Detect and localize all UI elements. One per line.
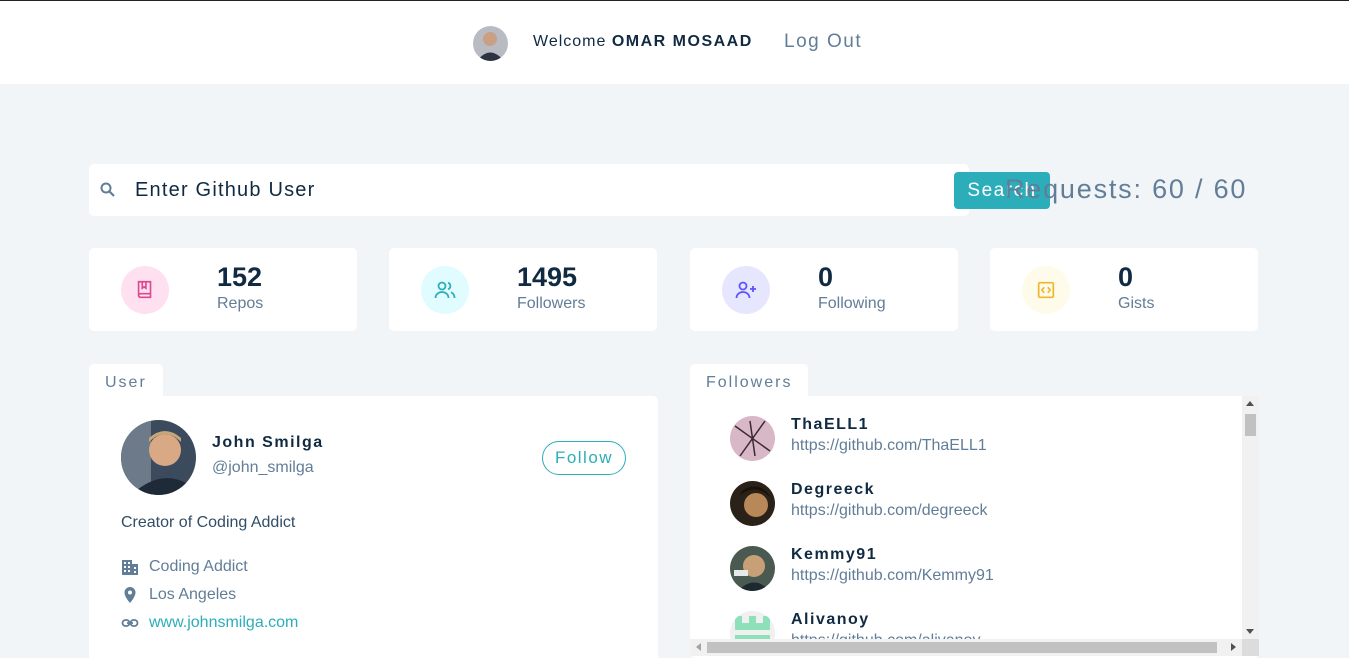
scrollbar-thumb[interactable] [707, 642, 1217, 653]
follower-url[interactable]: https://github.com/ThaELL1 [791, 437, 987, 455]
stat-card-gists: 0 Gists [990, 248, 1258, 331]
scroll-up-arrow-icon[interactable] [1246, 401, 1254, 406]
current-user-name: OMAR MOSAAD [611, 33, 753, 50]
following-count: 0 [818, 262, 834, 292]
follower-url[interactable]: https://github.com/Kemmy91 [791, 567, 994, 585]
user-avatar [121, 420, 196, 495]
scrollbar-thumb[interactable] [1245, 414, 1256, 436]
follower-login: Degreeck [791, 481, 876, 498]
search-form: Search [89, 164, 1050, 216]
follower-avatar [730, 481, 775, 526]
user-bio: Creator of Coding Addict [121, 514, 296, 531]
welcome-text: Welcome OMAR MOSAAD [533, 33, 753, 50]
scroll-down-arrow-icon[interactable] [1246, 629, 1254, 634]
user-blog[interactable]: www.johnsmilga.com [121, 612, 298, 634]
follower-login: Alivanoy [791, 611, 870, 628]
stat-card-repos: 152 Repos [89, 248, 357, 331]
current-user-avatar [473, 26, 508, 61]
stat-card-following: 0 Following [690, 248, 958, 331]
user-handle: @john_smilga [212, 459, 314, 476]
follower-login: ThaELL1 [791, 416, 870, 433]
followers-card: ThaELL1 https://github.com/ThaELL1 Degre… [690, 396, 1259, 658]
user-card-tab: User [89, 364, 163, 397]
company-text: Coding Addict [149, 558, 248, 575]
book-icon [121, 266, 169, 314]
follower-avatar [730, 416, 775, 461]
gists-count: 0 [1118, 262, 1134, 292]
blog-link[interactable]: www.johnsmilga.com [149, 614, 298, 632]
followers-horizontal-scrollbar[interactable] [690, 639, 1242, 656]
building-icon [122, 560, 138, 575]
followers-card-tab: Followers [690, 364, 809, 397]
top-navbar: Welcome OMAR MOSAAD Log Out [0, 0, 1349, 84]
location-pin-icon [124, 587, 136, 603]
follow-button[interactable]: Follow [542, 441, 626, 475]
repos-label: Repos [217, 295, 264, 312]
scroll-right-arrow-icon[interactable] [1231, 643, 1236, 651]
following-label: Following [818, 295, 886, 312]
repos-count: 152 [217, 262, 263, 292]
user-location: Los Angeles [121, 584, 236, 606]
location-text: Los Angeles [149, 586, 237, 603]
follower-login: Kemmy91 [791, 546, 878, 563]
followers-vertical-scrollbar[interactable] [1242, 396, 1259, 639]
search-icon [99, 181, 117, 199]
gists-label: Gists [1118, 295, 1155, 312]
scroll-left-arrow-icon[interactable] [696, 643, 701, 651]
follower-url[interactable]: https://github.com/degreeck [791, 502, 988, 520]
requests-counter: Requests: 60 / 60 [1005, 174, 1248, 204]
stat-card-followers: 1495 Followers [389, 248, 657, 331]
user-company: Coding Addict [121, 556, 248, 578]
followers-label: Followers [517, 295, 586, 312]
link-icon [121, 619, 139, 627]
follower-avatar [730, 546, 775, 591]
user-plus-icon [722, 266, 770, 314]
followers-count: 1495 [517, 262, 578, 292]
search-input[interactable] [135, 174, 835, 206]
scrollbar-corner [1242, 639, 1259, 656]
code-icon [1022, 266, 1070, 314]
user-card: John Smilga @john_smilga Follow Creator … [89, 396, 658, 658]
users-icon [421, 266, 469, 314]
user-name: John Smilga [212, 434, 324, 451]
logout-button[interactable]: Log Out [784, 31, 862, 53]
